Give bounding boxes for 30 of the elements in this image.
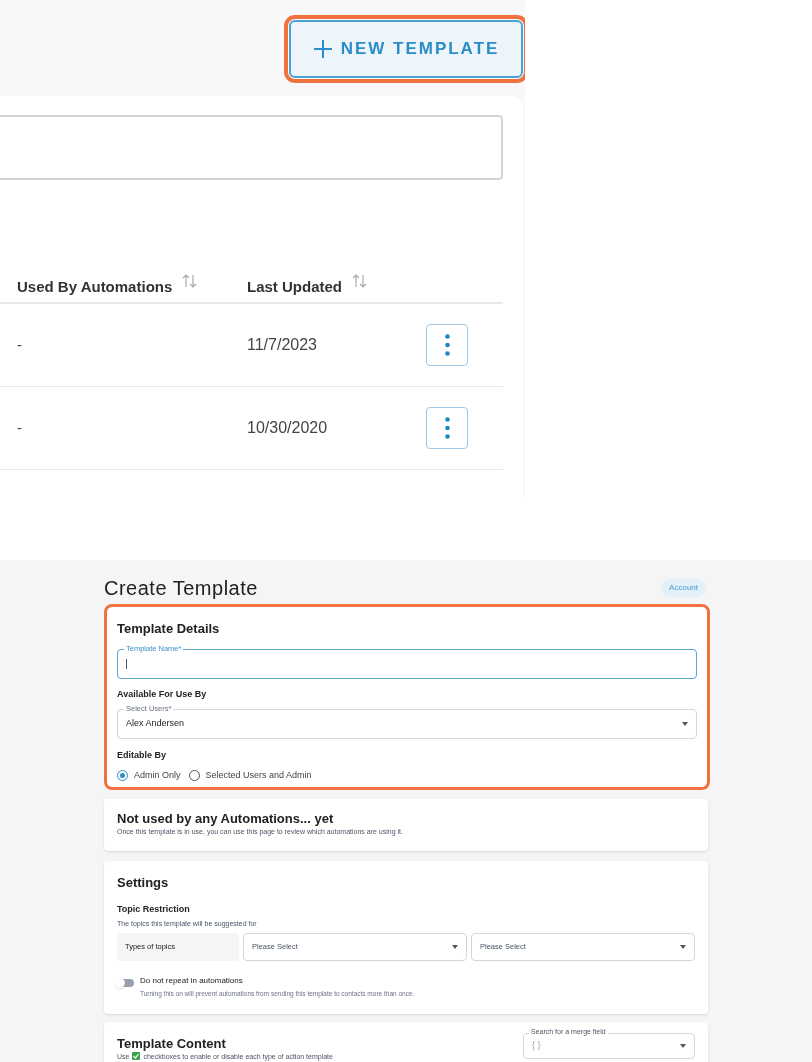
section-heading: Not used by any Automations... yet xyxy=(117,811,335,828)
column-header[interactable]: Last Updated xyxy=(247,276,342,299)
table-cell-text: - xyxy=(17,334,23,355)
more-vertical-icon xyxy=(444,334,450,356)
radio-label[interactable]: Admin Only xyxy=(134,768,181,782)
field-heading: Editable By xyxy=(117,749,167,762)
field-heading: Topic Restriction xyxy=(117,902,191,916)
section-heading: Template Details xyxy=(117,620,221,638)
caret-icon xyxy=(452,944,458,949)
sort-icon[interactable] xyxy=(352,274,368,288)
caret-icon xyxy=(680,1044,686,1048)
field-heading: Available For Use By xyxy=(117,687,208,701)
table-cell-text: 10/30/2020 xyxy=(247,418,329,438)
column-header[interactable]: Used By Automations xyxy=(17,276,173,299)
more-vertical-icon xyxy=(444,417,450,439)
table-cell-text: 11/7/2023 xyxy=(247,335,318,355)
more-options-button[interactable] xyxy=(426,407,468,449)
caret-icon xyxy=(680,944,686,949)
table-cell-text: - xyxy=(17,417,23,438)
search-field[interactable] xyxy=(0,115,503,180)
more-options-button[interactable] xyxy=(426,324,468,366)
section-heading: Template Content xyxy=(117,1036,227,1053)
page-title: Create Template xyxy=(104,575,258,601)
toggle-label: Do not repeat in automations xyxy=(140,974,244,987)
caret-icon xyxy=(682,722,688,726)
section-heading: Settings xyxy=(117,874,170,892)
sort-icon[interactable] xyxy=(182,274,199,288)
radio-label[interactable]: Selected Users and Admin xyxy=(205,768,312,782)
toggle-switch[interactable] xyxy=(117,978,134,987)
plus-icon xyxy=(312,39,333,59)
